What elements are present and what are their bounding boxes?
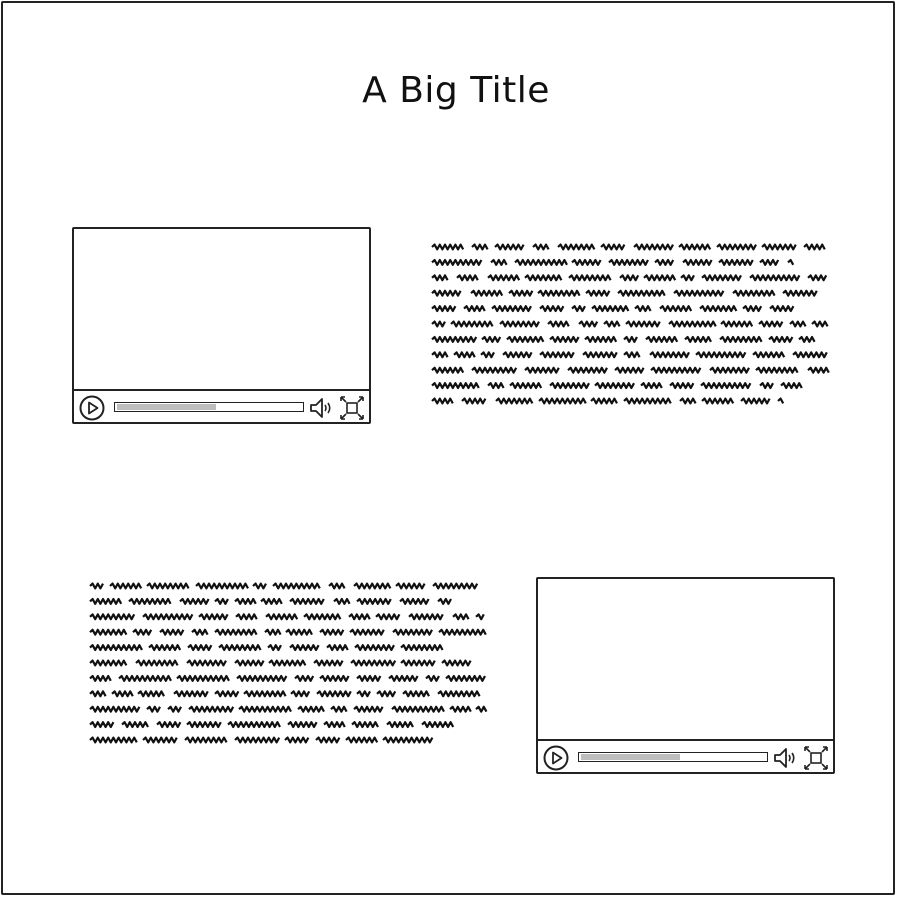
scribble-line — [89, 644, 444, 652]
play-button[interactable] — [79, 395, 105, 421]
play-icon — [552, 751, 563, 765]
progress-bar[interactable] — [578, 752, 768, 762]
progress-fill — [117, 404, 217, 410]
speaker-icon — [774, 748, 787, 768]
scribble-line — [431, 258, 795, 266]
video-controls — [74, 389, 369, 422]
scribble-line — [89, 721, 455, 729]
scribble-line — [431, 289, 818, 297]
play-icon — [88, 401, 99, 415]
scribble-line — [431, 320, 829, 328]
scribble-line — [89, 582, 479, 590]
scribble-line — [89, 628, 487, 636]
scribble-line — [89, 690, 481, 698]
scribble-line — [431, 382, 803, 390]
scribble-line — [431, 274, 828, 282]
video-screen[interactable] — [74, 229, 369, 389]
scribble-line — [431, 351, 828, 359]
scribble-line — [431, 335, 816, 343]
play-button[interactable] — [543, 745, 569, 771]
scribble-line — [89, 659, 472, 667]
placeholder-text-block-1 — [431, 243, 830, 405]
fullscreen-icon — [340, 396, 364, 420]
fullscreen-button[interactable] — [339, 395, 365, 421]
fullscreen-icon — [804, 746, 828, 770]
volume-button[interactable] — [773, 746, 799, 770]
video-controls — [538, 739, 833, 772]
progress-fill — [581, 754, 681, 760]
scribble-line — [431, 397, 785, 405]
progress-bar[interactable] — [114, 402, 304, 412]
video-screen[interactable] — [538, 579, 833, 739]
scribble-line — [431, 243, 826, 251]
page-title: A Big Title — [362, 70, 550, 111]
scribble-line — [89, 613, 485, 621]
placeholder-text-block-2 — [89, 582, 488, 744]
scribble-line — [89, 674, 486, 682]
volume-button[interactable] — [309, 396, 335, 420]
scribble-line — [431, 366, 830, 374]
scribble-line — [89, 597, 452, 605]
video-player-2[interactable] — [536, 577, 835, 774]
scribble-line — [89, 736, 434, 744]
speaker-icon — [310, 398, 323, 418]
scribble-line — [431, 305, 795, 313]
fullscreen-button[interactable] — [803, 745, 829, 771]
video-player-1[interactable] — [72, 227, 371, 424]
scribble-line — [89, 705, 488, 713]
